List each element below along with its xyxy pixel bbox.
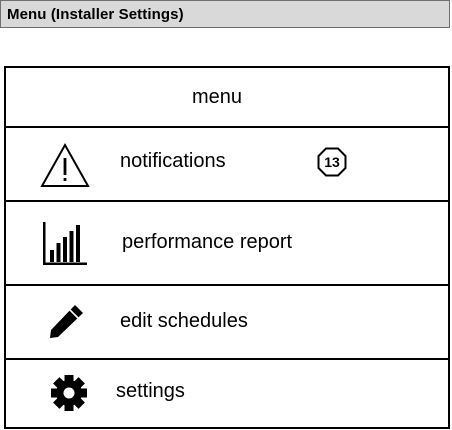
window-title: Menu (Installer Settings) bbox=[7, 5, 184, 23]
notification-count-badge: 13 bbox=[317, 147, 347, 177]
menu-header: menu bbox=[6, 68, 448, 128]
menu-panel: menu notifications 13 performance report bbox=[4, 66, 450, 429]
menu-item-label: performance report bbox=[122, 231, 293, 253]
menu-item-settings[interactable]: settings bbox=[6, 360, 448, 427]
menu-item-label: edit schedules bbox=[120, 310, 248, 332]
menu-item-label: settings bbox=[116, 380, 185, 402]
menu-title: menu bbox=[191, 85, 243, 108]
bar-chart-icon bbox=[43, 222, 87, 265]
notification-count: 13 bbox=[324, 154, 340, 170]
menu-item-performance-report[interactable]: performance report bbox=[6, 202, 448, 286]
title-bar: Menu (Installer Settings) bbox=[0, 0, 450, 28]
gear-icon bbox=[51, 375, 87, 411]
pencil-icon bbox=[50, 305, 83, 338]
menu-item-edit-schedules[interactable]: edit schedules bbox=[6, 286, 448, 360]
menu-item-label: notifications bbox=[120, 150, 226, 172]
menu-item-notifications[interactable]: notifications 13 bbox=[6, 128, 448, 202]
warning-icon bbox=[40, 142, 90, 187]
